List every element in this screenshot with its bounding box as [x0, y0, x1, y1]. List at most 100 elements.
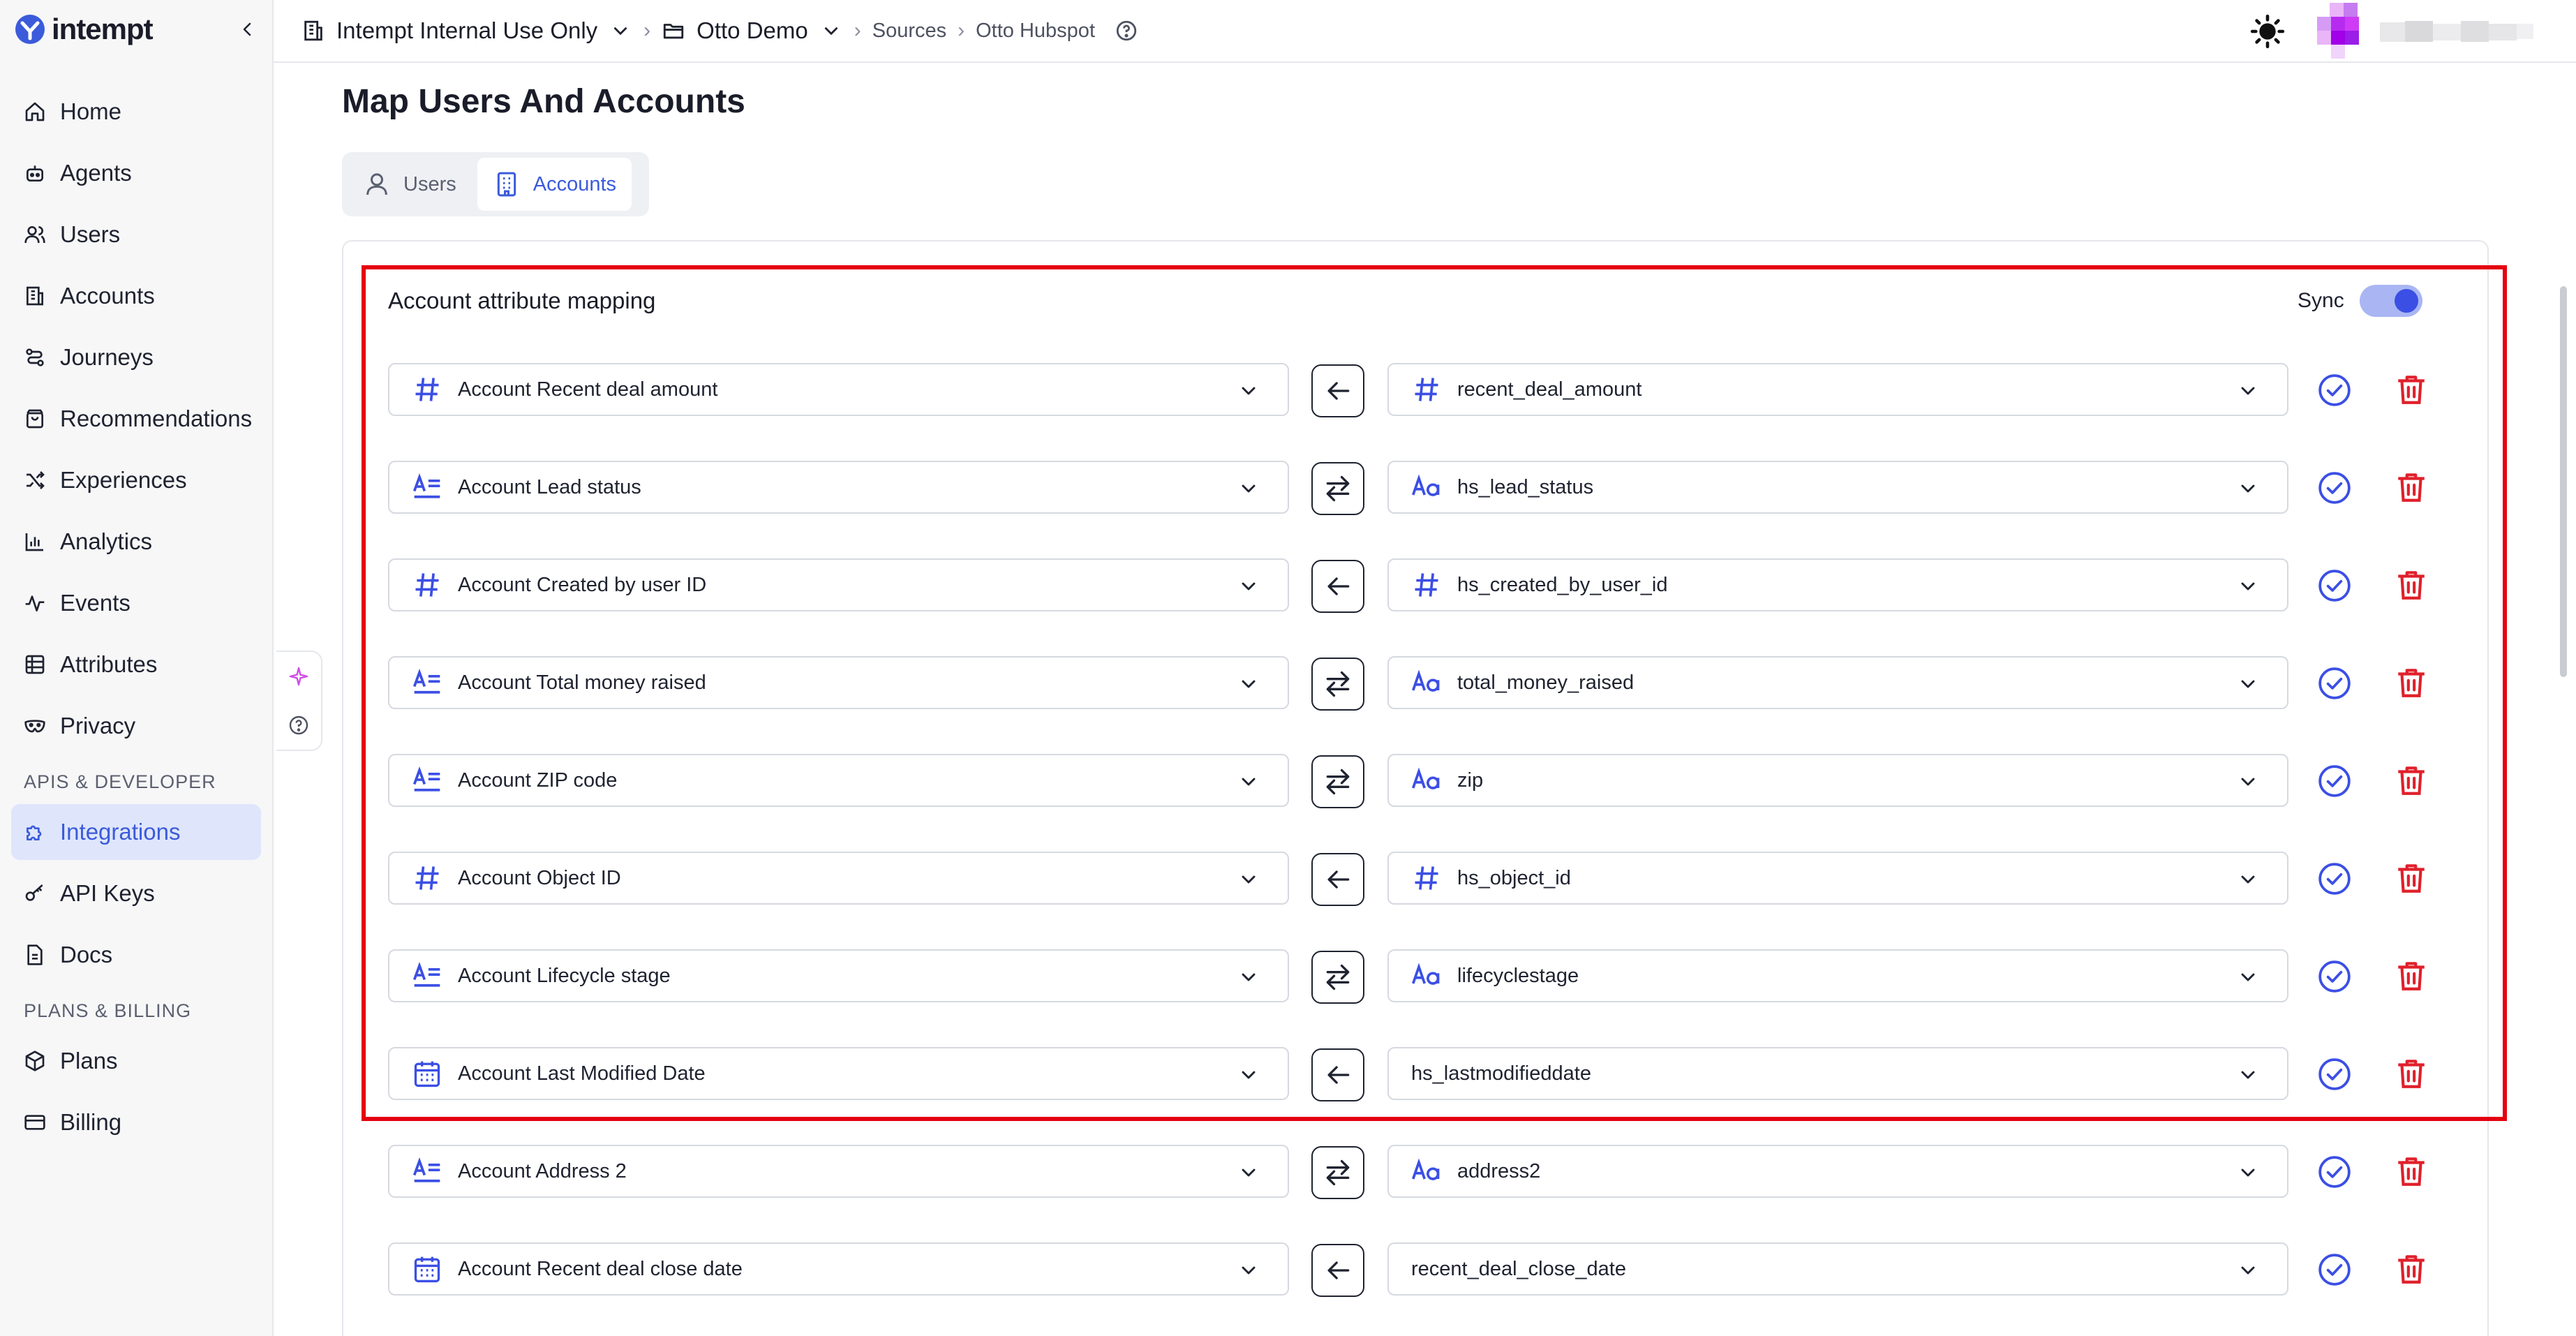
collapse-sidebar-button[interactable] — [236, 15, 260, 43]
confirm-check-icon[interactable] — [2317, 373, 2352, 408]
intempt-attribute-select[interactable]: Account ZIP code — [388, 754, 1289, 807]
sync-direction-button[interactable] — [1311, 755, 1364, 808]
sync-direction-button[interactable] — [1311, 364, 1364, 417]
source-property-select[interactable]: hs_lastmodifieddate — [1387, 1047, 2288, 1100]
project-selector[interactable]: Otto Demo — [662, 17, 843, 44]
sync-direction-button[interactable] — [1311, 1146, 1364, 1199]
intempt-attribute-label: Account Recent deal close date — [458, 1257, 743, 1280]
confirm-check-icon[interactable] — [2317, 1155, 2352, 1189]
sidebar-item-docs[interactable]: Docs — [11, 927, 261, 983]
source-property-select[interactable]: lifecyclestage — [1387, 949, 2288, 1002]
intempt-attribute-select[interactable]: Account Lead status — [388, 461, 1289, 514]
sidebar-item-api-keys[interactable]: API Keys — [11, 866, 261, 921]
sidebar-item-label: API Keys — [60, 880, 155, 906]
org-selector[interactable]: Intempt Internal Use Only — [301, 17, 632, 44]
delete-trash-icon[interactable] — [2394, 1055, 2429, 1092]
chevron-down-icon — [1242, 1168, 1256, 1177]
sidebar-item-events[interactable]: Events — [11, 575, 261, 631]
tab-users[interactable]: Users — [348, 158, 472, 211]
mapping-rows: Account Recent deal amount recent_deal_am… — [388, 363, 2440, 1336]
source-property-select[interactable]: zip — [1387, 754, 2288, 807]
sidebar-item-label: Events — [60, 590, 131, 616]
source-property-select[interactable]: recent_deal_amount — [1387, 363, 2288, 416]
source-property-select[interactable]: hs_lead_status — [1387, 461, 2288, 514]
sync-direction-button[interactable] — [1311, 462, 1364, 515]
sync-direction-button[interactable] — [1311, 951, 1364, 1004]
chevron-down-icon — [1242, 484, 1256, 493]
intempt-attribute-select[interactable]: Account Total money raised — [388, 656, 1289, 709]
sidebar-item-journeys[interactable]: Journeys — [11, 329, 261, 385]
source-property-select[interactable]: recent_deal_close_date — [1387, 1242, 2288, 1296]
source-property-select[interactable]: address2 — [1387, 1145, 2288, 1198]
sidebar-item-integrations[interactable]: Integrations — [11, 804, 261, 860]
delete-trash-icon[interactable] — [2394, 958, 2429, 994]
text-type-icon — [412, 473, 440, 498]
logo-text: intempt — [52, 13, 154, 45]
confirm-check-icon[interactable] — [2317, 568, 2352, 603]
mapping-row: Account Lifecycle stage lifecyclestage — [388, 949, 2440, 1047]
delete-trash-icon[interactable] — [2394, 665, 2429, 701]
logo[interactable]: intempt — [14, 13, 154, 46]
sparkle-icon[interactable] — [288, 665, 310, 688]
confirm-check-icon[interactable] — [2317, 470, 2352, 505]
source-property-select[interactable]: hs_created_by_user_id — [1387, 558, 2288, 611]
source-property-label: total_money_raised — [1457, 671, 1635, 694]
sidebar-item-attributes[interactable]: Attributes — [11, 637, 261, 692]
confirm-check-icon[interactable] — [2317, 666, 2352, 701]
confirm-check-icon[interactable] — [2317, 764, 2352, 799]
intempt-attribute-select[interactable]: Account Created by user ID — [388, 558, 1289, 611]
sidebar-item-users[interactable]: Users — [11, 207, 261, 262]
source-property-label: address2 — [1457, 1159, 1541, 1182]
sync-direction-button[interactable] — [1311, 1244, 1364, 1297]
help-circle-icon[interactable] — [1115, 19, 1138, 43]
intempt-attribute-select[interactable]: Account Recent deal close date — [388, 1242, 1289, 1296]
source-property-select[interactable]: hs_object_id — [1387, 852, 2288, 905]
intempt-attribute-select[interactable]: Account Last Modified Date — [388, 1047, 1289, 1100]
number-type-icon — [1415, 573, 1438, 597]
source-property-select[interactable]: total_money_raised — [1387, 656, 2288, 709]
delete-trash-icon[interactable] — [2394, 567, 2429, 603]
sync-toggle[interactable] — [2359, 285, 2422, 317]
confirm-check-icon[interactable] — [2317, 1252, 2352, 1287]
sync-direction-button[interactable] — [1311, 1048, 1364, 1101]
tab-accounts[interactable]: Accounts — [477, 158, 632, 211]
string-type-icon — [1412, 474, 1440, 496]
theme-toggle-sun-icon[interactable] — [2250, 14, 2285, 49]
breadcrumb-sources[interactable]: Sources — [872, 20, 946, 43]
sidebar-item-analytics[interactable]: Analytics — [11, 514, 261, 570]
delete-trash-icon[interactable] — [2394, 762, 2429, 799]
sidebar-item-agents[interactable]: Agents — [11, 145, 261, 201]
intempt-attribute-select[interactable]: Account Lifecycle stage — [388, 949, 1289, 1002]
scrollbar[interactable] — [2560, 286, 2567, 677]
breadcrumb-source-name[interactable]: Otto Hubspot — [976, 20, 1095, 43]
sidebar-item-recommendations[interactable]: Recommendations — [11, 391, 261, 447]
intempt-attribute-select[interactable]: Account Address 2 — [388, 1145, 1289, 1198]
confirm-check-icon[interactable] — [2317, 861, 2352, 896]
delete-trash-icon[interactable] — [2394, 469, 2429, 505]
building-icon — [26, 286, 43, 306]
delete-trash-icon[interactable] — [2394, 1153, 2429, 1189]
home-icon — [25, 102, 45, 121]
sidebar-item-label: Analytics — [60, 528, 153, 554]
sidebar-item-privacy[interactable]: Privacy — [11, 698, 261, 754]
sync-direction-button[interactable] — [1311, 853, 1364, 906]
help-circle-icon[interactable] — [288, 714, 310, 736]
calendar-type-icon — [414, 1061, 440, 1088]
intempt-attribute-select[interactable]: Account Recent deal amount — [388, 363, 1289, 416]
source-property-label: recent_deal_amount — [1457, 378, 1642, 401]
sync-direction-button[interactable] — [1311, 658, 1364, 711]
delete-trash-icon[interactable] — [2394, 371, 2429, 408]
sidebar-item-accounts[interactable]: Accounts — [11, 268, 261, 324]
sidebar-item-plans[interactable]: Plans — [11, 1033, 261, 1089]
user-avatar[interactable] — [2317, 3, 2373, 59]
intempt-attribute-select[interactable]: Account Object ID — [388, 852, 1289, 905]
sidebar-item-experiences[interactable]: Experiences — [11, 452, 261, 508]
delete-trash-icon[interactable] — [2394, 1251, 2429, 1287]
confirm-check-icon[interactable] — [2317, 1057, 2352, 1092]
sidebar-item-home[interactable]: Home — [11, 84, 261, 140]
sync-direction-button[interactable] — [1311, 560, 1364, 613]
sidebar-item-billing[interactable]: Billing — [11, 1094, 261, 1150]
delete-trash-icon[interactable] — [2394, 860, 2429, 896]
sidebar-item-label: Docs — [60, 942, 113, 967]
confirm-check-icon[interactable] — [2317, 959, 2352, 994]
